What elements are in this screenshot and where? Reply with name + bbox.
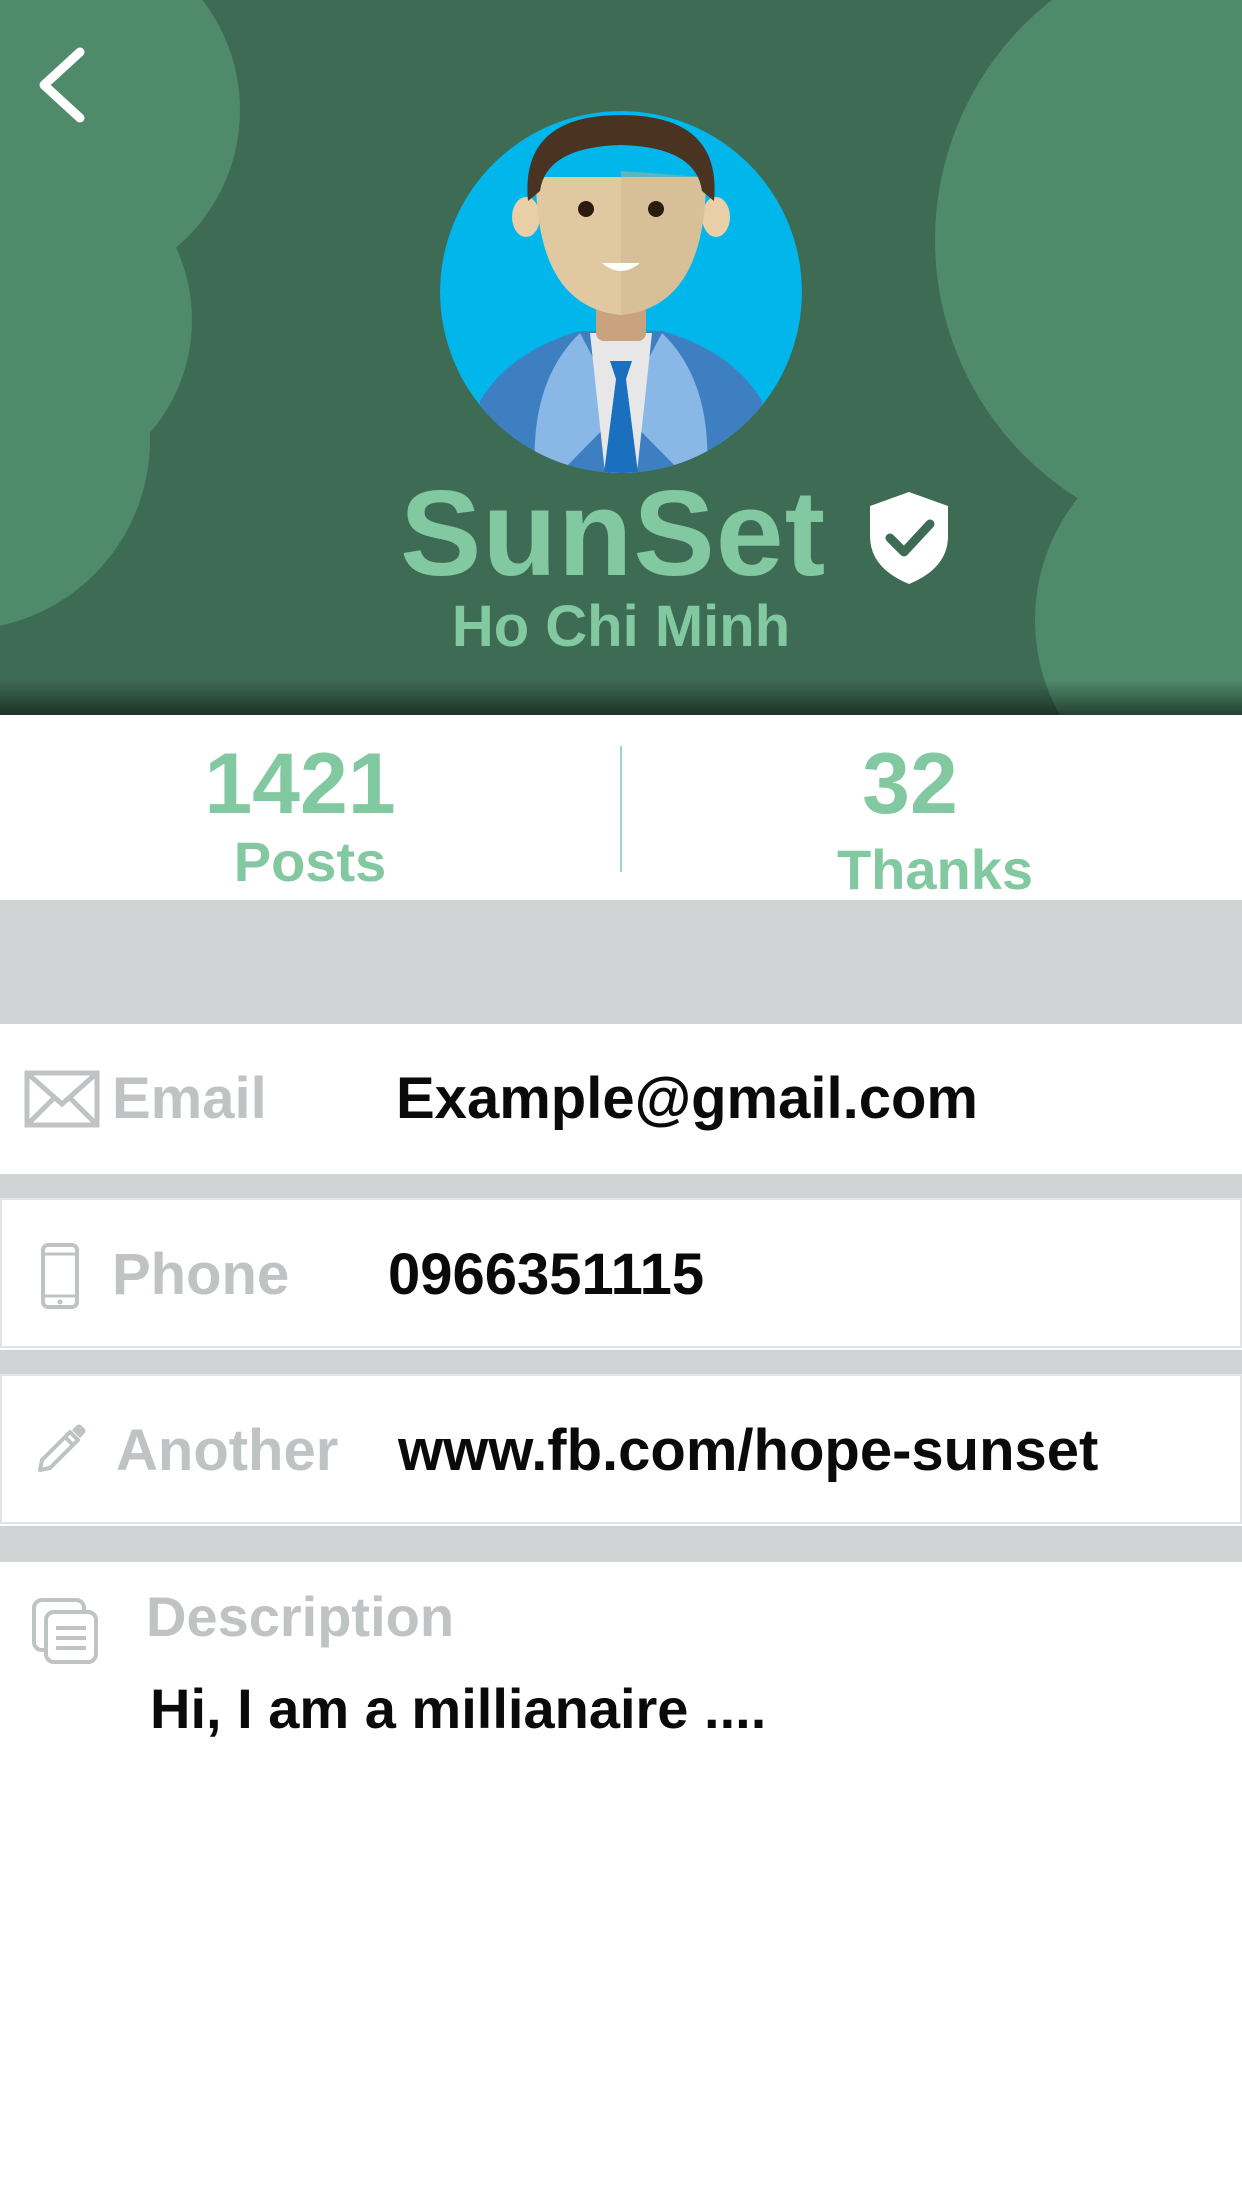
row-divider [0, 1526, 1242, 1562]
description-text[interactable]: Hi, I am a millianaire .... [150, 1674, 766, 1744]
another-value[interactable]: www.fb.com/hope-sunset [398, 1376, 1098, 1526]
section-spacer [0, 900, 1242, 1024]
profile-location: Ho Chi Minh [451, 594, 791, 659]
phone-value[interactable]: 0966351115 [388, 1200, 704, 1350]
email-value[interactable]: Example@gmail.com [396, 1024, 978, 1174]
profile-name-row: SunSet [0, 468, 1242, 598]
chevron-left-icon [39, 47, 85, 123]
phone-label: Phone [112, 1242, 290, 1307]
phone-icon [41, 1243, 79, 1309]
stats-bar: 1421 Posts 32 Thanks [0, 716, 1242, 900]
another-row[interactable]: Another www.fb.com/hope-sunset [0, 1374, 1242, 1524]
phone-row[interactable]: Phone 0966351115 [0, 1198, 1242, 1348]
description-section: Description Hi, I am a millianaire .... [0, 1562, 1242, 2208]
profile-name: SunSet [400, 465, 827, 601]
shield-check-icon [870, 492, 948, 584]
description-label: Description [146, 1585, 455, 1648]
avatar[interactable] [440, 111, 802, 473]
profile-header: SunSet Ho Chi Minh [0, 0, 1242, 715]
envelope-icon [24, 1070, 100, 1128]
row-divider [0, 1174, 1242, 1198]
posts-stat[interactable]: 1421 Posts [180, 716, 420, 900]
back-button[interactable] [28, 40, 100, 130]
thanks-count: 32 [862, 736, 958, 832]
row-divider [0, 1350, 1242, 1374]
stats-divider [620, 746, 622, 872]
header-shadow [0, 680, 1242, 715]
posts-count: 1421 [204, 736, 396, 832]
thanks-label: Thanks [836, 838, 1034, 901]
pencil-icon [38, 1424, 86, 1472]
email-row[interactable]: Email Example@gmail.com [0, 1024, 1242, 1174]
another-label: Another [116, 1418, 339, 1483]
businessman-avatar [440, 111, 802, 473]
thanks-stat[interactable]: 32 Thanks [780, 716, 1040, 900]
document-icon [32, 1598, 98, 1664]
profile-screen: SunSet Ho Chi Minh 1421 Posts 32 Thanks … [0, 0, 1242, 2208]
posts-label: Posts [233, 830, 387, 893]
email-label: Email [112, 1066, 267, 1131]
